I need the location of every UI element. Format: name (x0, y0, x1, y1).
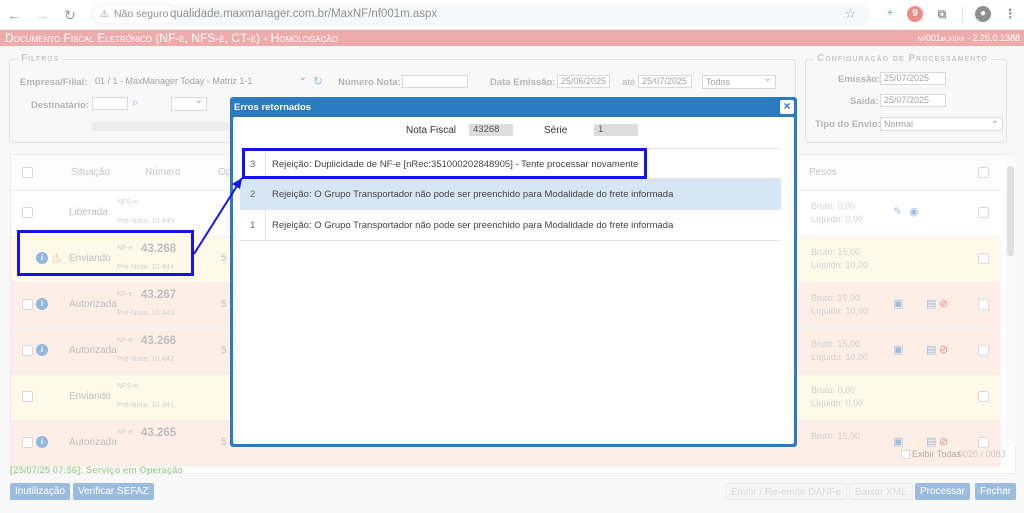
annotation-arrow (193, 177, 243, 255)
